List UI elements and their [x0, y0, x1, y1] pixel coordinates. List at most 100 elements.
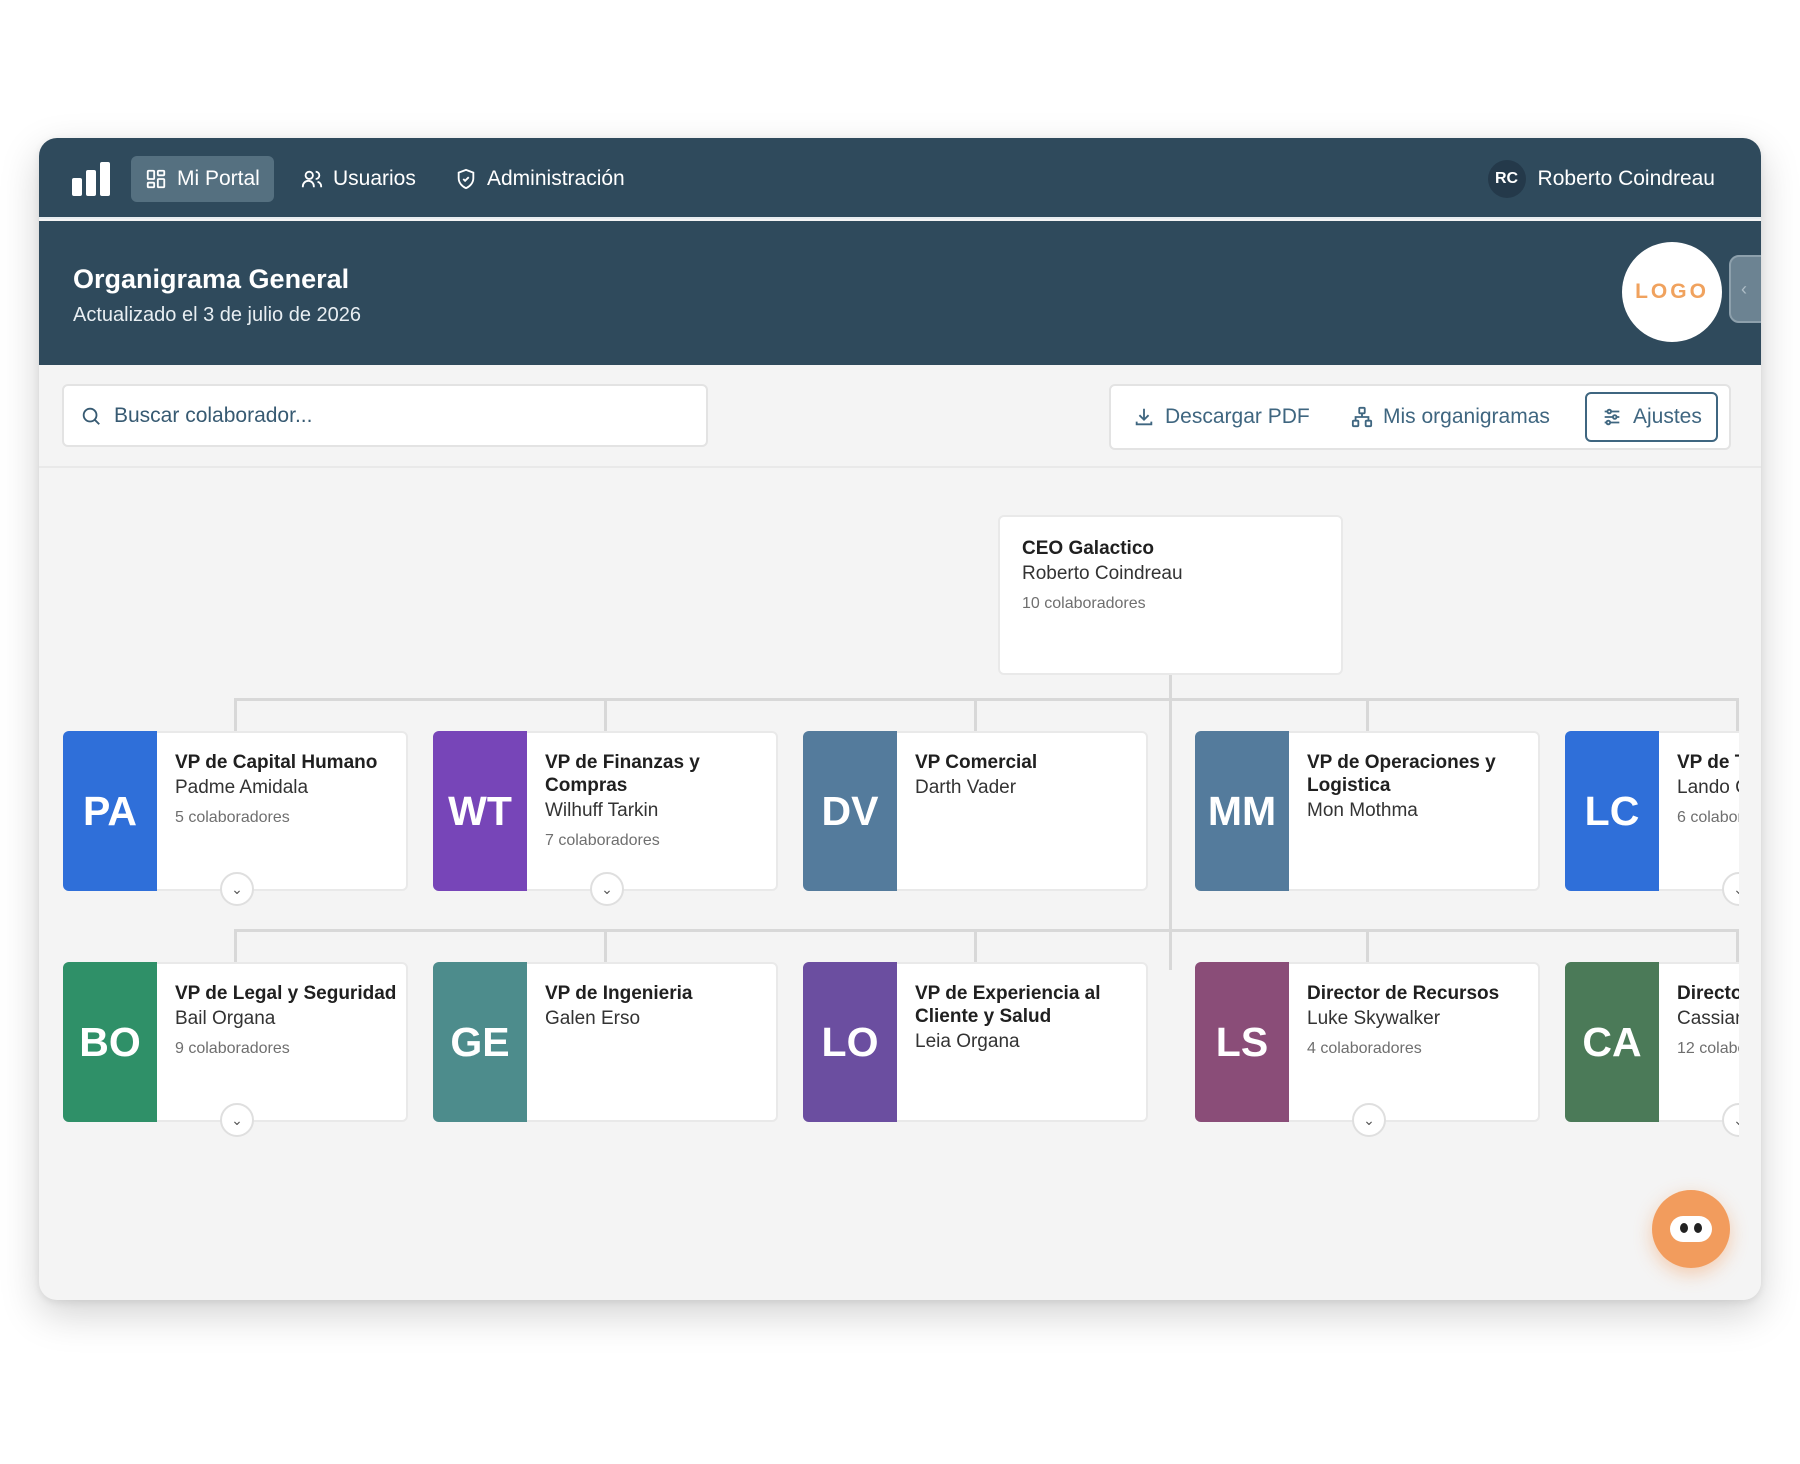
collaborator-count: 4 colaboradores: [1307, 1040, 1422, 1057]
collaborator-count: 9 colaboradores: [175, 1040, 290, 1057]
position-avatar: LS: [1195, 962, 1289, 1122]
position-title: VP de Experiencia al Cliente y Salud: [915, 983, 1101, 1027]
position-avatar: CA: [1565, 962, 1659, 1122]
download-pdf-label: Descargar PDF: [1165, 405, 1310, 428]
company-logo: LOGO: [1622, 242, 1722, 342]
position-card[interactable]: LS Director de Recursos Luke Skywalker 4 co…: [1195, 962, 1540, 1137]
download-pdf-button[interactable]: Descargar PDF: [1119, 392, 1324, 442]
connector-line: [234, 929, 237, 962]
robot-icon: [1670, 1216, 1712, 1242]
position-title: VP de Capital Humano: [175, 752, 378, 773]
connector-line: [604, 929, 607, 962]
position-info: VP de Experiencia al Cliente y Salud Leia…: [915, 982, 1140, 1122]
connector-line: [1169, 675, 1172, 970]
download-icon: [1135, 408, 1153, 426]
chevron-down-icon: ⌄: [231, 880, 243, 897]
user-avatar: RC: [1487, 160, 1526, 198]
app-window: Mi Portal Usuarios Administración RC Rob…: [39, 138, 1761, 1300]
chevron-down-icon: ⌄: [1363, 1111, 1375, 1128]
chevron-down-icon: ⌄: [601, 880, 613, 897]
position-card[interactable]: MM VP de Operaciones y Logistica Mon Mothm…: [1195, 731, 1540, 891]
sliders-icon: [1604, 408, 1620, 426]
my-org-charts-label: Mis organigramas: [1383, 405, 1550, 428]
canvas-edge: [1739, 468, 1761, 1300]
user-name: Roberto Coindreau: [1537, 167, 1715, 190]
my-org-charts-button[interactable]: Mis organigramas: [1337, 392, 1564, 442]
connector-line: [234, 698, 1761, 701]
expand-children-button[interactable]: ⌄: [220, 1103, 254, 1137]
position-title: VP de Operaciones y Logistica: [1307, 752, 1496, 796]
position-info: VP de Capital Humano Padme Amidala 5 colab…: [175, 751, 400, 891]
position-info: VP de Legal y Seguridad Bail Organa 9 cola…: [175, 982, 400, 1122]
page-title: Organigrama General: [73, 264, 350, 294]
org-chart-icon: [1351, 406, 1373, 428]
collaborator-count: 7 colaboradores: [545, 832, 660, 849]
position-title: VP de Ingenieria: [545, 983, 693, 1004]
position-avatar: BO: [63, 962, 157, 1122]
ceo-title: CEO Galactico: [1022, 538, 1154, 559]
position-info: VP de Ingenieria Galen Erso: [545, 982, 770, 1122]
position-avatar: DV: [803, 731, 897, 891]
nav-label: Administración: [487, 167, 625, 190]
app-logo-icon[interactable]: [72, 162, 110, 196]
collapse-panel-button[interactable]: ‹: [1729, 255, 1761, 323]
position-info: Director de Recursos Luke Skywalker 4 cola…: [1307, 982, 1532, 1122]
position-avatar: WT: [433, 731, 527, 891]
top-navbar: Mi Portal Usuarios Administración RC Rob…: [39, 138, 1761, 219]
nav-usuarios[interactable]: Usuarios: [287, 156, 430, 202]
search-icon: [82, 407, 100, 425]
position-card[interactable]: CADirector de InteligenciaCassian Andor1…: [1565, 962, 1761, 1137]
connector-line: [234, 929, 1761, 932]
connector-line: [1366, 929, 1369, 962]
chevron-down-icon: ⌄: [231, 1111, 243, 1128]
toolbar: Descargar PDF Mis organigramas Ajustes: [39, 365, 1761, 468]
position-holder-name: Bail Organa: [175, 1008, 276, 1029]
search-input[interactable]: [114, 403, 674, 428]
settings-button[interactable]: Ajustes: [1585, 392, 1718, 442]
ceo-card[interactable]: CEO Galactico Roberto Coindreau 10 colab…: [998, 515, 1343, 675]
position-title: VP de Legal y Seguridad: [175, 983, 397, 1004]
expand-children-button[interactable]: ⌄: [220, 872, 254, 906]
ceo-name: Roberto Coindreau: [1022, 563, 1183, 584]
nav-label: Mi Portal: [177, 167, 260, 190]
position-holder-name: Wilhuff Tarkin: [545, 800, 659, 821]
expand-children-button[interactable]: ⌄: [590, 872, 624, 906]
position-avatar: GE: [433, 962, 527, 1122]
shield-icon: [457, 168, 475, 190]
org-chart-canvas[interactable]: CEO Galactico Roberto Coindreau 10 colab…: [39, 468, 1761, 1300]
position-card[interactable]: PA VP de Capital Humano Padme Amidala 5 col…: [63, 731, 408, 906]
position-card[interactable]: BO VP de Legal y Seguridad Bail Organa 9 co…: [63, 962, 408, 1137]
connector-line: [234, 698, 237, 731]
page-header: Organigrama General Actualizado el 3 de …: [39, 221, 1761, 365]
position-card[interactable]: WT VP de Finanzas y Compras Wilhuff Tarkin…: [433, 731, 778, 906]
position-holder-name: Mon Mothma: [1307, 800, 1418, 821]
chatbot-button[interactable]: [1652, 1190, 1730, 1268]
position-card[interactable]: DV VP Comercial Darth Vader: [803, 731, 1148, 891]
position-avatar: PA: [63, 731, 157, 891]
nav-administracion[interactable]: Administración: [441, 156, 639, 202]
position-card[interactable]: LCVP de TecnologiaLando Calrissian6 cola…: [1565, 731, 1761, 906]
position-info: VP Comercial Darth Vader: [915, 751, 1140, 891]
dashboard-icon: [146, 169, 166, 189]
connector-line: [974, 929, 977, 962]
user-menu[interactable]: RC Roberto Coindreau: [1487, 156, 1715, 202]
position-title: VP de Finanzas y Compras: [545, 752, 700, 796]
position-holder-name: Leia Organa: [915, 1031, 1020, 1052]
chevron-left-icon: ‹: [1741, 278, 1747, 299]
position-holder-name: Padme Amidala: [175, 777, 309, 798]
position-avatar: LC: [1565, 731, 1659, 891]
expand-children-button[interactable]: ⌄: [1352, 1103, 1386, 1137]
position-holder-name: Galen Erso: [545, 1008, 641, 1029]
search-box[interactable]: [62, 384, 708, 447]
position-holder-name: Darth Vader: [915, 777, 1017, 798]
position-card[interactable]: LO VP de Experiencia al Cliente y Salud Le…: [803, 962, 1148, 1122]
users-icon: [301, 170, 323, 188]
position-card[interactable]: GE VP de Ingenieria Galen Erso: [433, 962, 778, 1122]
connector-line: [604, 698, 607, 731]
position-title: Director de Recursos: [1307, 983, 1500, 1004]
position-holder-name: Luke Skywalker: [1307, 1008, 1441, 1029]
position-info: VP de Operaciones y Logistica Mon Mothma: [1307, 751, 1532, 891]
page-subtitle: Actualizado el 3 de julio de 2026: [73, 304, 361, 326]
action-group: Descargar PDF Mis organigramas Ajustes: [1109, 384, 1731, 450]
nav-mi-portal[interactable]: Mi Portal: [131, 156, 274, 202]
